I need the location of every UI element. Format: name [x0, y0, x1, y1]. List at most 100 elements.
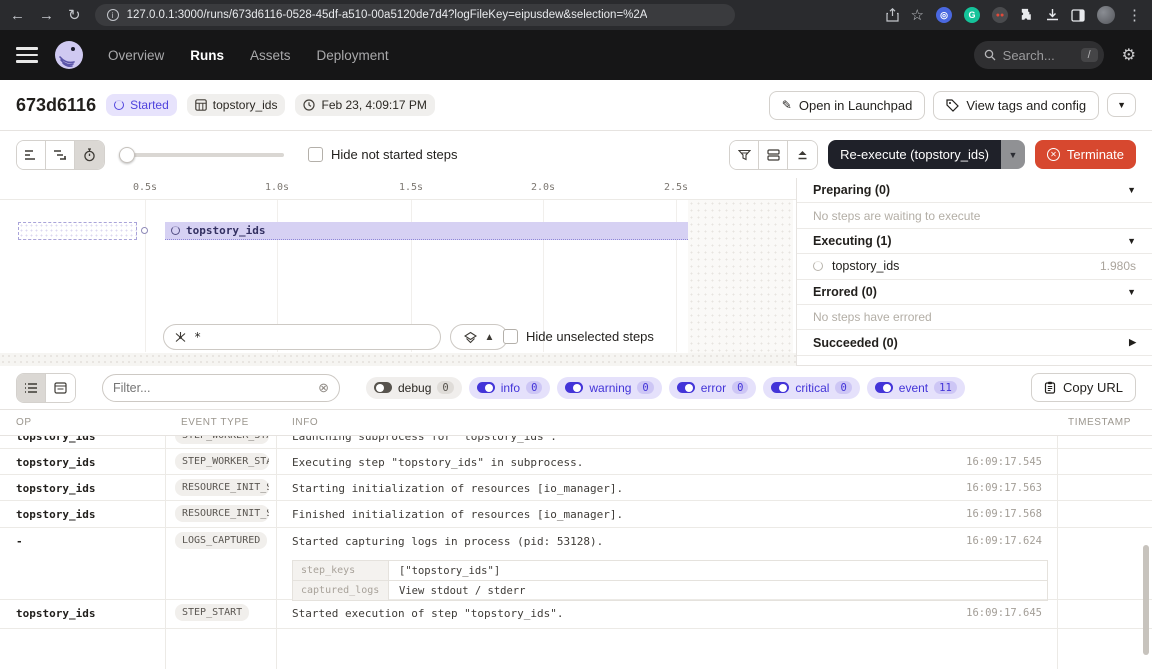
chip-debug[interactable]: debug 0 — [366, 377, 462, 399]
clipboard-icon — [1044, 381, 1056, 394]
dagster-logo[interactable] — [54, 40, 84, 70]
gantt-step-bar[interactable]: topstory_ids — [165, 222, 688, 240]
log-row[interactable]: topstory_ids STEP_WORKER_STARTED Executi… — [0, 449, 1152, 475]
search-icon — [984, 49, 996, 61]
toggle-icon — [875, 382, 893, 393]
flat-view-button[interactable] — [17, 141, 46, 169]
log-row[interactable]: topstory_ids STEP_START Started executio… — [0, 600, 1152, 629]
section-errored[interactable]: Errored (0) ▼ — [797, 280, 1152, 305]
profile-avatar[interactable] — [1097, 6, 1115, 24]
status-badge: Started — [106, 94, 177, 116]
sidepanel-icon[interactable] — [1071, 9, 1085, 22]
reexecute-dropdown-caret[interactable]: ▼ — [1001, 140, 1025, 169]
copy-url-button[interactable]: Copy URL — [1031, 373, 1136, 402]
bookmark-star-icon[interactable]: ☆ — [911, 8, 924, 23]
hamburger-menu-icon[interactable] — [16, 47, 38, 63]
run-header: 673d6116 Started topstory_ids Feb 23, 4:… — [0, 80, 1152, 131]
log-scrollbar-thumb[interactable] — [1143, 545, 1149, 655]
split-rows-button[interactable] — [759, 141, 788, 169]
reexecute-button[interactable]: Re-execute (topstory_ids) — [828, 140, 1001, 169]
chip-critical[interactable]: critical 0 — [763, 377, 859, 399]
gantt-zoom-slider[interactable] — [119, 141, 284, 169]
axis-tick: 0.5s — [133, 182, 157, 193]
reload-icon[interactable]: ↻ — [68, 8, 81, 23]
filter-funnel-button[interactable] — [730, 141, 759, 169]
col-event-type: EVENT TYPE — [181, 417, 249, 428]
gantt-preparing-segment — [18, 222, 137, 240]
run-gantt-section: 0.5s 1.0s 1.5s 2.0s 2.5s topstory_ids ▲ … — [0, 178, 1152, 366]
job-tag[interactable]: topstory_ids — [187, 94, 286, 116]
step-selector-input[interactable] — [194, 330, 430, 344]
chip-info[interactable]: info 0 — [469, 377, 551, 399]
timed-view-button[interactable] — [75, 141, 104, 169]
hide-not-started-checkbox[interactable] — [308, 147, 323, 162]
selection-syntax-icon — [174, 331, 187, 344]
step-duration: 1.980s — [1100, 259, 1136, 273]
hide-not-started-checkbox-row[interactable]: Hide not started steps — [308, 147, 457, 162]
collapse-panel-button[interactable] — [788, 141, 817, 169]
extension-avatar-icon[interactable]: ●● — [992, 7, 1008, 23]
section-preparing[interactable]: Preparing (0) ▼ — [797, 178, 1152, 203]
nav-overview[interactable]: Overview — [108, 48, 164, 63]
site-info-icon[interactable]: i — [107, 9, 119, 21]
password-extension-icon[interactable]: ◎ — [936, 7, 952, 23]
log-meta-table: step_keys ["topstory_ids"] captured_logs… — [292, 560, 1048, 601]
waterfall-view-button[interactable] — [46, 141, 75, 169]
slider-knob[interactable] — [119, 147, 135, 163]
search-placeholder: Search... — [1003, 48, 1074, 63]
hide-unselected-checkbox-row[interactable]: Hide unselected steps — [503, 329, 654, 344]
nav-runs[interactable]: Runs — [190, 48, 224, 63]
clear-filter-icon[interactable]: ⊗ — [318, 380, 329, 396]
log-toolbar: ⊗ debug 0 info 0 warning 0 error 0 criti… — [0, 366, 1152, 410]
chip-error[interactable]: error 0 — [669, 377, 757, 399]
forward-icon[interactable]: → — [39, 8, 54, 23]
log-row[interactable]: topstory_ids RESOURCE_INIT_STAR... Start… — [0, 475, 1152, 501]
nav-deployment[interactable]: Deployment — [317, 48, 389, 63]
view-stdout-stderr-link[interactable]: View stdout / stderr — [389, 581, 1047, 600]
gantt-toolbar: Hide not started steps Re-execute (topst… — [0, 131, 1152, 178]
log-row-partial[interactable]: topstory_ids STEP_WORKER_STARTI... Launc… — [0, 436, 1152, 449]
download-icon[interactable] — [1046, 8, 1059, 22]
global-search[interactable]: Search... / — [974, 41, 1104, 69]
axis-tick: 2.5s — [664, 182, 688, 193]
step-progress-spinner-icon — [813, 261, 823, 271]
start-time-tag: Feb 23, 4:09:17 PM — [295, 94, 434, 116]
browser-menu-icon[interactable]: ⋮ — [1127, 8, 1142, 23]
log-filter-input[interactable] — [113, 381, 312, 395]
chevron-down-icon: ▼ — [1127, 287, 1136, 297]
log-structured-view-button[interactable] — [46, 374, 75, 402]
meta-key: step_keys — [293, 561, 389, 580]
axis-tick: 1.0s — [265, 182, 289, 193]
graph-query-toggle-button[interactable]: ▲ — [450, 324, 508, 350]
log-list-view-button[interactable] — [17, 374, 46, 402]
toggle-icon — [677, 382, 695, 393]
gear-icon[interactable]: ⚙ — [1122, 45, 1136, 65]
step-status-panel: Preparing (0) ▼ No steps are waiting to … — [797, 178, 1152, 366]
back-icon[interactable]: ← — [10, 8, 25, 23]
terminate-x-icon: ✕ — [1047, 148, 1060, 161]
event-type-badge: STEP_WORKER_STARTI... — [175, 436, 269, 444]
open-in-launchpad-button[interactable]: ✎ Open in Launchpad — [769, 91, 926, 120]
panel-layout-group — [729, 140, 818, 170]
section-succeeded[interactable]: Succeeded (0) ▶ — [797, 330, 1152, 355]
hide-unselected-checkbox[interactable] — [503, 329, 518, 344]
clock-icon — [303, 99, 315, 111]
status-spinner-icon — [114, 100, 124, 110]
terminate-button[interactable]: ✕ Terminate — [1035, 140, 1136, 169]
log-row-logs-captured[interactable]: - LOGS_CAPTURED Started capturing logs i… — [0, 528, 1152, 600]
event-type-badge: STEP_WORKER_STARTED — [175, 453, 269, 470]
grammarly-extension-icon[interactable]: G — [964, 7, 980, 23]
section-executing[interactable]: Executing (1) ▼ — [797, 229, 1152, 254]
share-icon[interactable] — [886, 8, 899, 22]
run-actions-menu-button[interactable]: ▼ — [1107, 93, 1136, 117]
browser-chrome: ← → ↻ i 127.0.0.1:3000/runs/673d6116-052… — [0, 0, 1152, 30]
step-spinner-icon — [171, 226, 180, 235]
url-bar[interactable]: i 127.0.0.1:3000/runs/673d6116-0528-45df… — [95, 4, 735, 26]
view-tags-config-button[interactable]: View tags and config — [933, 91, 1099, 120]
extensions-puzzle-icon[interactable] — [1020, 8, 1034, 22]
executing-step-row[interactable]: topstory_ids 1.980s — [797, 254, 1152, 279]
log-row[interactable]: topstory_ids RESOURCE_INIT_SUCC... Finis… — [0, 501, 1152, 528]
chip-warning[interactable]: warning 0 — [557, 377, 661, 399]
chip-event[interactable]: event 11 — [867, 377, 965, 399]
nav-assets[interactable]: Assets — [250, 48, 291, 63]
